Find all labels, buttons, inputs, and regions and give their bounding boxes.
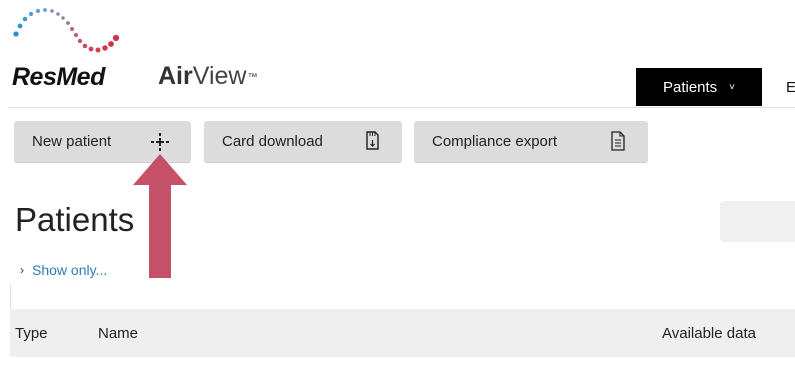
- show-only-label: Show only...: [32, 262, 108, 278]
- chevron-down-icon: ˅: [729, 81, 736, 93]
- chevron-right-icon: ›: [20, 263, 24, 277]
- new-patient-label: New patient: [32, 133, 112, 150]
- page-title: Patients: [15, 201, 135, 238]
- airview-part-view: View: [192, 62, 247, 90]
- resmed-logo-dots: [13, 8, 120, 53]
- show-only-toggle[interactable]: › Show only...: [20, 262, 107, 278]
- column-header-available-data[interactable]: Available data: [662, 325, 756, 342]
- nav-next-item[interactable]: E: [786, 68, 795, 106]
- logo-dots-icon: [13, 8, 120, 53]
- header-divider: [8, 107, 795, 108]
- card-download-label: Card download: [222, 133, 323, 150]
- up-arrow-icon: [133, 154, 187, 278]
- column-header-type[interactable]: Type: [15, 325, 48, 342]
- airview-part-air: Air: [158, 62, 193, 90]
- card-download-button[interactable]: Card download: [204, 121, 402, 163]
- trademark-symbol: ™: [247, 72, 258, 83]
- column-header-name[interactable]: Name: [98, 325, 138, 342]
- search-input[interactable]: [720, 201, 795, 242]
- content-left-rule: [10, 285, 11, 309]
- nav-patients-label: Patients: [662, 78, 718, 96]
- document-icon: [611, 131, 625, 151]
- resmed-logo-text: ResMed: [12, 63, 105, 91]
- plus-dotted-icon: [151, 133, 169, 151]
- nav-patients-menu[interactable]: Patients ˅: [636, 68, 762, 106]
- sd-card-icon: [366, 131, 379, 150]
- compliance-export-label: Compliance export: [432, 133, 558, 150]
- airview-product-name: AirView™: [158, 61, 257, 91]
- compliance-export-button[interactable]: Compliance export: [414, 121, 648, 163]
- patients-table-header: Type Name Available data: [10, 309, 795, 357]
